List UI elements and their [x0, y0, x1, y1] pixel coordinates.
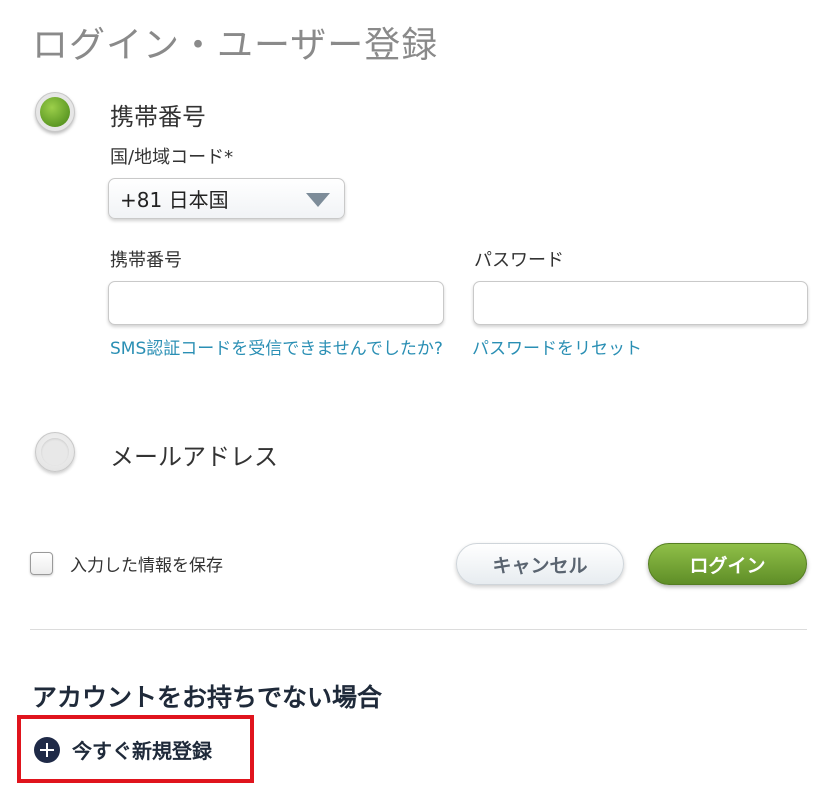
sms-code-help-link[interactable]: SMS認証コードを受信できませんでしたか?: [110, 333, 450, 366]
phone-radio-button[interactable]: [35, 92, 75, 132]
country-code-select[interactable]: +81 日本国: [108, 178, 345, 219]
login-button[interactable]: ログイン: [648, 543, 807, 585]
password-label: パスワード: [474, 250, 564, 271]
phone-radio-label[interactable]: 携帯番号: [110, 97, 206, 132]
mobile-number-input[interactable]: [108, 281, 444, 325]
password-input[interactable]: [473, 281, 808, 325]
register-now-link[interactable]: 今すぐ新規登録: [34, 735, 212, 764]
page-title: ログイン・ユーザー登録: [32, 25, 439, 66]
register-now-label[interactable]: 今すぐ新規登録: [72, 735, 212, 764]
country-code-value: +81 日本国: [120, 188, 229, 212]
cancel-button[interactable]: キャンセル: [456, 543, 624, 585]
email-radio-label[interactable]: メールアドレス: [110, 437, 278, 472]
plus-circle-icon: [34, 736, 60, 763]
country-code-label: 国/地域コード*: [110, 147, 234, 168]
reset-password-link[interactable]: パスワードをリセット: [472, 333, 642, 366]
chevron-down-icon: [306, 193, 330, 207]
remember-info-label[interactable]: 入力した情報を保存: [70, 551, 223, 576]
remember-info-checkbox[interactable]: [30, 552, 53, 575]
email-radio-button[interactable]: [35, 432, 75, 472]
no-account-heading: アカウントをお持ちでない場合: [32, 683, 383, 712]
mobile-number-label: 携帯番号: [110, 250, 182, 271]
remember-info-row: 入力した情報を保存: [30, 551, 223, 576]
section-divider: [30, 629, 807, 630]
